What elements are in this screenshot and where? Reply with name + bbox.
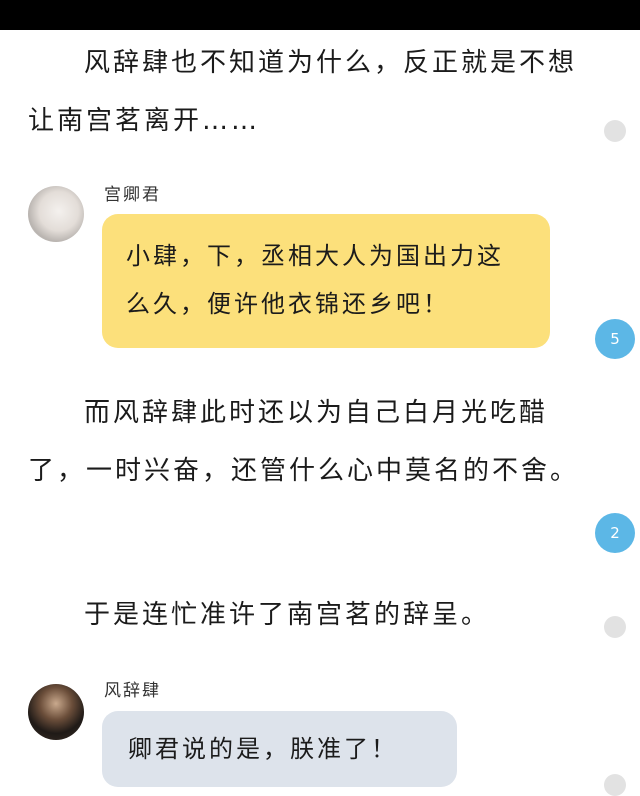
- speaker-name: 风辞肆: [104, 681, 161, 701]
- article-page: 风辞肆也不知道为什么，反正就是不想让南宫茗离开…… 宫卿君 小肆，下，丞相大人为…: [0, 0, 640, 796]
- portrait-avatar-icon: [28, 186, 84, 242]
- story-paragraph-3: 于是连忙准许了南宫茗的辞呈。: [84, 600, 491, 630]
- story-paragraph-2: 而风辞肆此时还以为自己白月光吃醋了，一时兴奋，还管什么心中莫名的不舍。: [28, 398, 580, 486]
- comment-dot-icon[interactable]: [604, 616, 626, 638]
- speaker-name: 宫卿君: [104, 185, 161, 205]
- story-paragraph-1: 风辞肆也不知道为什么，反正就是不想让南宫茗离开……: [28, 48, 578, 136]
- comment-dot-icon[interactable]: [604, 774, 626, 796]
- status-bar: [0, 0, 640, 30]
- comment-dot-icon[interactable]: [604, 120, 626, 142]
- portrait-avatar-icon: [28, 684, 84, 740]
- comment-count-badge[interactable]: 2: [595, 513, 635, 553]
- chat-bubble: 小肆，下，丞相大人为国出力这么久，便许他衣锦还乡吧！: [102, 214, 550, 348]
- chat-bubble: 卿君说的是，朕准了！: [102, 711, 457, 787]
- comment-count-badge[interactable]: 5: [595, 319, 635, 359]
